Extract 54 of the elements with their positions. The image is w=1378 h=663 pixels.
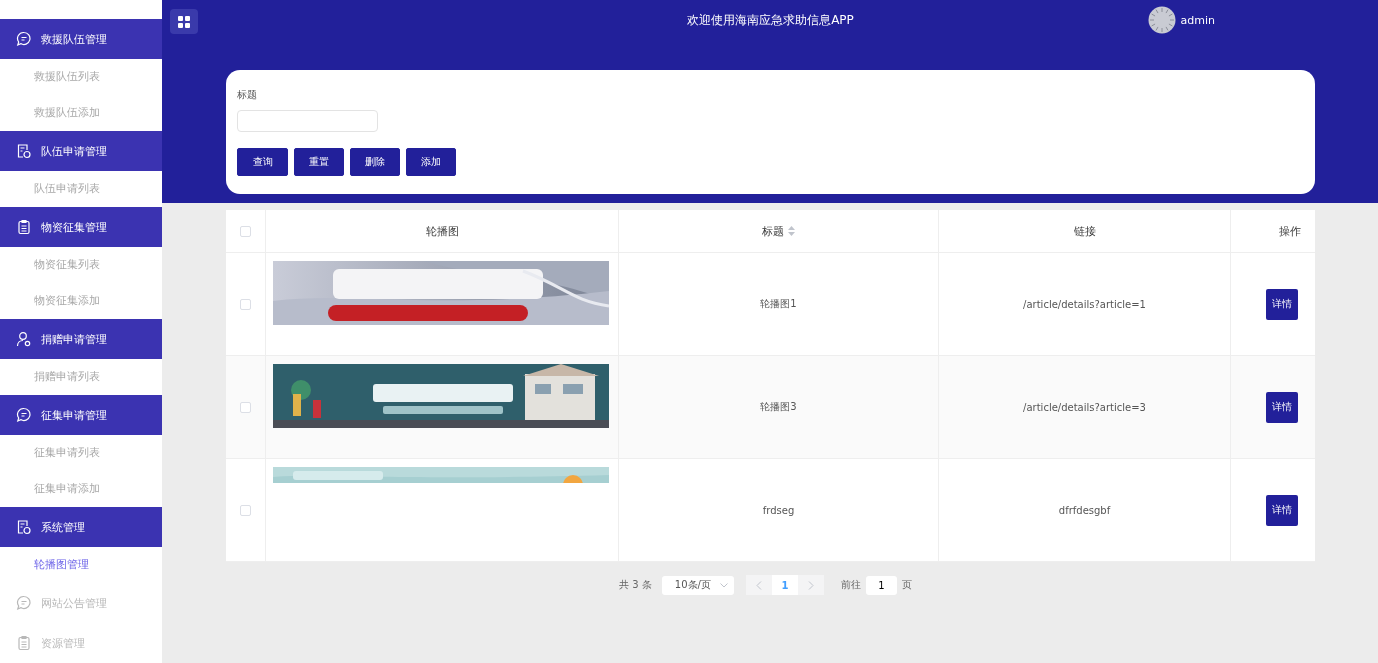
clipboard-icon [16, 219, 32, 235]
checkbox[interactable] [240, 504, 251, 516]
field-label: 标题 [237, 88, 257, 102]
chevron-right-icon [807, 580, 814, 590]
chevron-left-icon [755, 580, 762, 590]
menu-group[interactable]: 救援队伍管理 [0, 19, 162, 59]
page-input-field[interactable]: 1 [865, 575, 897, 595]
chevron-down-icon [719, 582, 728, 588]
goto-label: 前往 [840, 578, 861, 592]
details-button[interactable]: 详情 [1266, 288, 1298, 320]
menu-group[interactable]: 捐赠申请管理 [0, 319, 162, 359]
chat-bubble-icon [16, 595, 32, 611]
clipboard-icon [16, 635, 32, 651]
table-cell: /article/details?article=3 [1023, 401, 1146, 413]
next-page-button[interactable] [797, 575, 824, 595]
menu-group[interactable]: 征集申请管理 [0, 395, 162, 435]
details-button[interactable]: 详情 [1266, 391, 1298, 423]
grid-icon [178, 15, 190, 28]
column-header[interactable]: 标题 [762, 224, 784, 238]
column-header: 轮播图 [425, 224, 459, 238]
column-header: 操作 [1279, 224, 1301, 238]
person-icon [16, 331, 32, 347]
menu-group[interactable]: 物资征集管理 [0, 207, 162, 247]
table-cell: dfrfdesgbf [1058, 504, 1111, 516]
app-title: 欢迎使用海南应急求助信息APP [687, 12, 854, 29]
title-input-field[interactable] [237, 110, 378, 132]
action-button[interactable]: 查询 [237, 148, 288, 176]
menu-group[interactable]: 队伍申请管理 [0, 131, 162, 171]
checkbox[interactable] [240, 401, 251, 413]
chat-bubble-icon [16, 407, 32, 423]
menu-toggle-button[interactable] [170, 9, 198, 34]
page-size-select[interactable]: 10条/页 [661, 575, 734, 595]
action-button[interactable]: 重置 [294, 148, 344, 176]
table-cell: 轮播图3 [760, 401, 797, 412]
avatar-icon [1147, 6, 1176, 34]
table-cell: 轮播图1 [760, 298, 797, 309]
menu-group[interactable]: 系统管理 [0, 507, 162, 547]
details-button[interactable]: 详情 [1266, 494, 1298, 526]
table-cell: /article/details?article=1 [1023, 298, 1146, 310]
chat-bubble-icon [16, 31, 32, 47]
checkbox[interactable] [240, 226, 251, 237]
document-badge-icon [16, 143, 32, 159]
action-button[interactable]: 删除 [350, 148, 400, 176]
menu-item[interactable]: 轮播图管理 [0, 547, 162, 583]
table-cell: frdseg [762, 504, 795, 516]
previous-page-button[interactable] [745, 575, 772, 595]
column-header: 链接 [1073, 224, 1096, 238]
sort-icon [788, 226, 795, 236]
document-badge-icon [16, 519, 32, 535]
action-button[interactable]: 添加 [406, 148, 456, 176]
page-suffix: 页 [901, 578, 912, 592]
checkbox[interactable] [240, 298, 251, 310]
total-count: 共 3 条 [619, 578, 652, 592]
user-name: admin [1180, 13, 1215, 27]
